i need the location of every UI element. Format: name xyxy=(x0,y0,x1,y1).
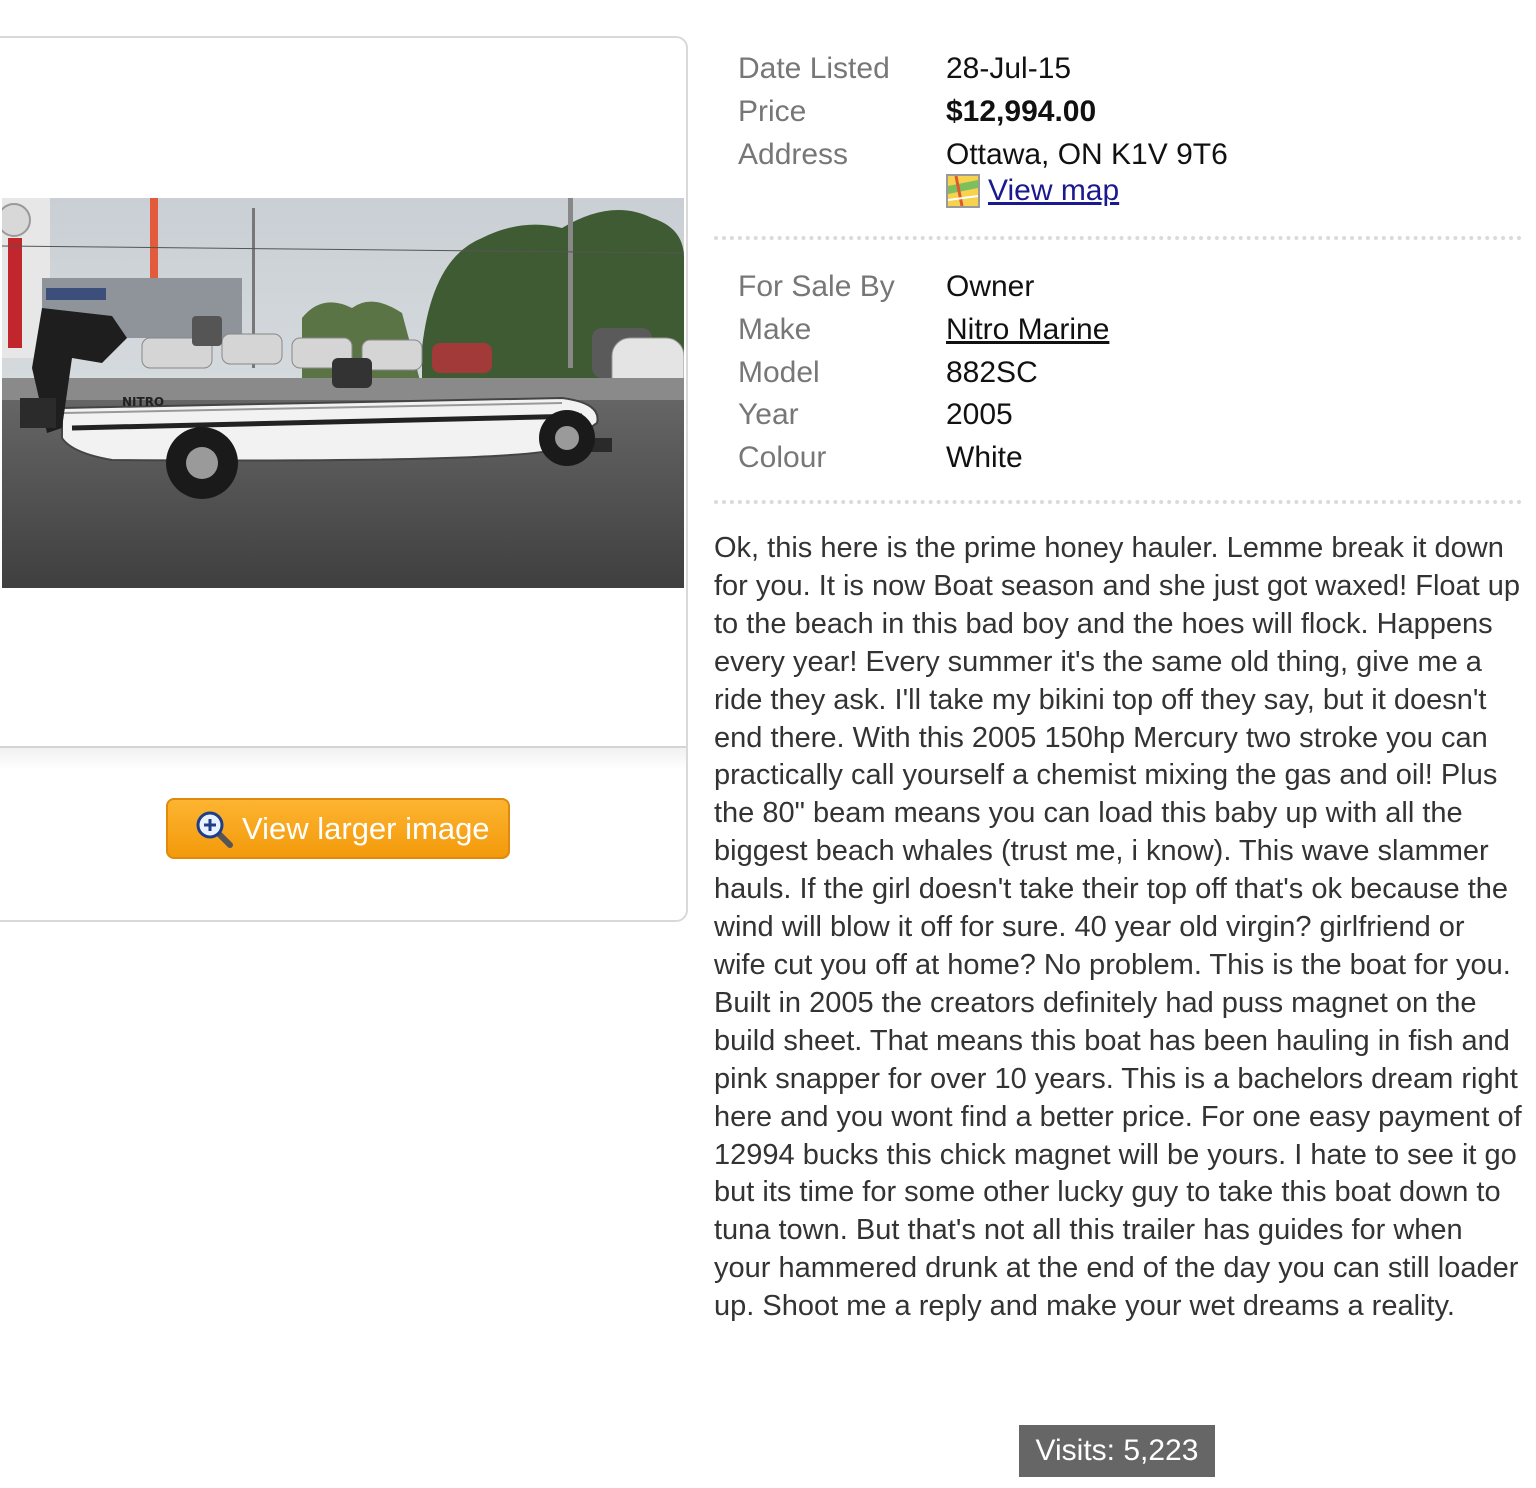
make-label: Make xyxy=(738,313,812,346)
model-label: Model xyxy=(738,356,820,389)
for-sale-by-label: For Sale By xyxy=(738,270,895,303)
price-label: Price xyxy=(738,95,807,128)
boat-photo-illustration: NITRO xyxy=(2,198,684,588)
dotted-divider xyxy=(714,236,1522,240)
view-larger-image-button[interactable]: View larger image xyxy=(166,798,510,859)
make-link[interactable]: Nitro Marine xyxy=(946,313,1109,347)
model-value: 882SC xyxy=(946,356,1038,389)
visits-counter: Visits: 5,223 xyxy=(1019,1425,1215,1477)
dotted-divider xyxy=(714,500,1522,504)
image-gallery: NITRO View larger image xyxy=(0,36,688,922)
listing-photo[interactable]: NITRO xyxy=(2,198,684,588)
year-label: Year xyxy=(738,398,799,431)
view-map-text[interactable]: View map xyxy=(988,174,1119,208)
map-icon xyxy=(946,174,980,208)
colour-value: White xyxy=(946,441,1023,474)
for-sale-by-value: Owner xyxy=(946,270,1035,303)
address-label: Address xyxy=(738,138,849,171)
view-map-link[interactable]: View map xyxy=(946,174,1119,208)
svg-text:NITRO: NITRO xyxy=(122,395,164,409)
view-larger-image-label: View larger image xyxy=(242,810,490,846)
colour-label: Colour xyxy=(738,441,827,474)
magnifier-plus-icon xyxy=(196,811,233,848)
gallery-shade xyxy=(0,748,686,770)
price-value: $12,994.00 xyxy=(946,95,1097,128)
date-listed-value: 28-Jul-15 xyxy=(946,52,1072,85)
date-listed-label: Date Listed xyxy=(738,52,890,85)
year-value: 2005 xyxy=(946,398,1013,431)
listing-description: Ok, this here is the prime honey hauler.… xyxy=(714,532,1522,1323)
address-value: Ottawa, ON K1V 9T6 xyxy=(946,138,1228,171)
